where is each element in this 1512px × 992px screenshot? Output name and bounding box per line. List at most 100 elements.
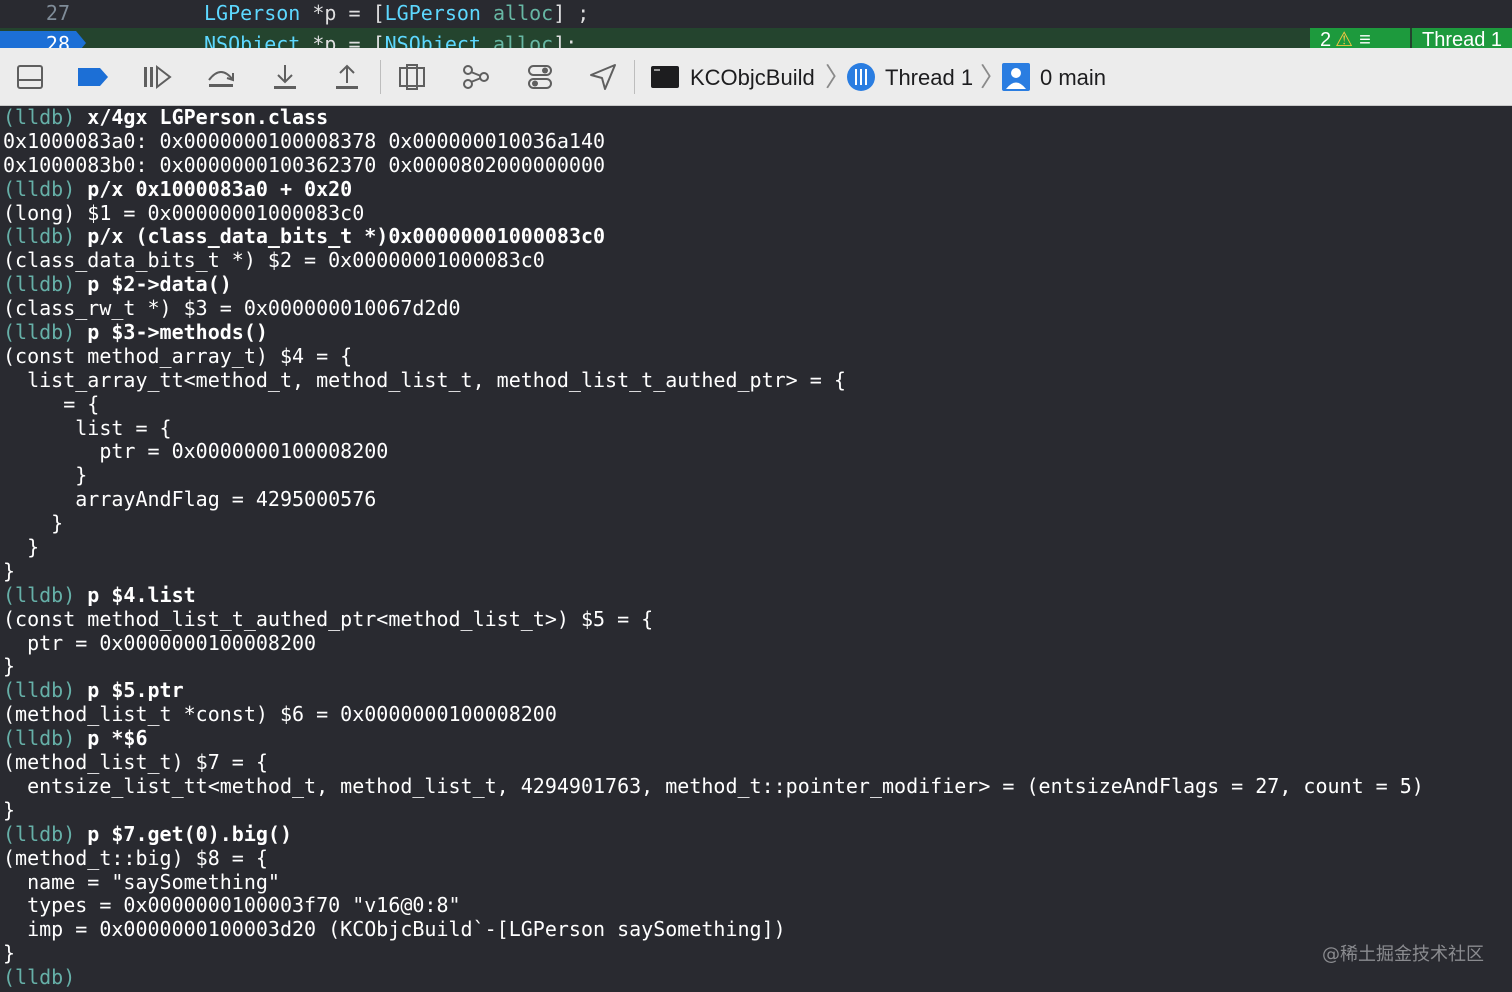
console-output-line: } [0, 798, 1512, 823]
console-command-line: (lldb) x/4gx LGPerson.class [0, 106, 1512, 130]
step-into-icon[interactable] [268, 60, 302, 94]
console-command-line: (lldb) p $2->data() [0, 272, 1512, 297]
lldb-command: p/x (class_data_bits_t *)0x0000000100008… [87, 224, 606, 249]
lldb-prompt: (lldb) [3, 320, 88, 345]
issue-badge[interactable]: 2 ⚠ ≡ [1310, 28, 1410, 48]
console-output-line: } [0, 655, 1512, 679]
console-output-line: name = "saySomething" [0, 869, 1512, 895]
output-text: 0x1000083b0: 0x0000000100362370 0x000080… [3, 152, 606, 177]
output-text: } [3, 511, 64, 536]
breadcrumb-thread[interactable]: Thread 1 [885, 64, 973, 92]
console-output-line: 0x1000083a0: 0x0000000100008378 0x000000… [0, 128, 1512, 154]
output-text: (const method_list_t_authed_ptr<method_l… [3, 606, 654, 631]
lldb-command: p $7.get(0).big() [87, 821, 292, 846]
console-command-line: (lldb) p $3->methods() [0, 320, 1512, 345]
lines-icon: ≡ [1359, 29, 1371, 48]
console-command-line: (lldb) p $7.get(0).big() [0, 821, 1512, 847]
lldb-command: p $3->methods() [87, 320, 268, 345]
simulate-location-icon[interactable] [586, 60, 620, 94]
output-text: } [3, 654, 16, 679]
lldb-prompt: (lldb) [3, 224, 88, 249]
console-output-line: (class_rw_t *) $3 = 0x000000010067d2d0 [0, 296, 1512, 321]
output-text: imp = 0x0000000100003d20 (KCObjcBuild`-[… [3, 917, 786, 942]
console-output-line: } [0, 941, 1512, 966]
console-command-line: (lldb) p *$6 [0, 726, 1512, 751]
output-text: types = 0x0000000100003f70 "v16@0:8" [3, 893, 461, 918]
output-text: arrayAndFlag = 4295000576 [3, 487, 377, 512]
console-output-line: (method_list_t *const) $6 = 0x0000000100… [0, 702, 1512, 727]
console-output-line: entsize_list_tt<method_t, method_list_t,… [0, 773, 1512, 799]
watermark: @稀土掘金技术社区 [1322, 944, 1484, 965]
code-line-27[interactable]: 27 LGPerson *p = [LGPerson alloc] ; [0, 0, 1512, 28]
console-output-line: 0x1000083b0: 0x0000000100362370 0x000080… [0, 152, 1512, 178]
output-text: = { [3, 391, 100, 416]
view-debugger-icon[interactable] [395, 60, 429, 94]
continue-icon[interactable] [140, 60, 174, 94]
lldb-command: p $5.ptr [87, 678, 184, 703]
memory-graph-icon[interactable] [459, 60, 493, 94]
output-text: 0x1000083a0: 0x0000000100008378 0x000000… [3, 128, 606, 153]
console-output-line: = { [0, 391, 1512, 417]
lldb-prompt: (lldb) [3, 272, 88, 297]
terminal-icon [648, 60, 682, 94]
output-text: entsize_list_tt<method_t, method_list_t,… [3, 773, 1424, 798]
toolbar-separator [634, 60, 635, 94]
console-output-line: (method_list_t) $7 = { [0, 750, 1512, 775]
panel-toggle-icon[interactable] [13, 60, 47, 94]
console-command-line: (lldb) [0, 965, 1512, 990]
code-line-28-current[interactable]: 28 NSObject *p = [NSObject alloc]; [0, 28, 1512, 48]
output-text: ptr = 0x0000000100008200 [3, 439, 389, 464]
output-text: } [3, 941, 16, 966]
thread-badge[interactable]: Thread 1 [1412, 28, 1512, 48]
output-text: (class_rw_t *) $3 = 0x000000010067d2d0 [3, 296, 461, 321]
lldb-prompt: (lldb) [3, 965, 76, 990]
step-over-icon[interactable] [204, 60, 238, 94]
lldb-command: x/4gx LGPerson.class [87, 106, 329, 129]
output-text: list_array_tt<method_t, method_list_t, m… [3, 367, 846, 392]
issue-count: 2 [1320, 29, 1332, 48]
frame-icon [999, 60, 1033, 94]
lldb-prompt: (lldb) [3, 726, 88, 751]
output-text: } [3, 558, 16, 583]
output-text: (method_list_t) $7 = { [3, 750, 268, 775]
console-command-line: (lldb) p/x (class_data_bits_t *)0x000000… [0, 225, 1512, 249]
warning-icon: ⚠ [1335, 29, 1354, 48]
debug-toolbar: KCObjcBuild 〉 Thread 1 〉 0 main [0, 48, 1512, 106]
breadcrumb-frame[interactable]: 0 main [1040, 64, 1106, 92]
toolbar-separator [380, 60, 381, 94]
output-text: (const method_array_t) $4 = { [3, 343, 353, 368]
lldb-command: p $4.list [87, 582, 196, 607]
output-text: list = { [3, 415, 172, 440]
output-text: name = "saySomething" [3, 869, 280, 894]
source-editor[interactable]: 27 LGPerson *p = [LGPerson alloc] ; 28 N… [0, 0, 1512, 48]
lldb-command: p/x 0x1000083a0 + 0x20 [87, 176, 353, 201]
breadcrumb-target[interactable]: KCObjcBuild [690, 64, 815, 92]
console-output-line: arrayAndFlag = 4295000576 [0, 487, 1512, 512]
console-command-line: (lldb) p $4.list [0, 582, 1512, 608]
console-output-line: list_array_tt<method_t, method_list_t, m… [0, 367, 1512, 393]
console-output-line: (class_data_bits_t *) $2 = 0x00000001000… [0, 248, 1512, 273]
console-output-line: } [0, 511, 1512, 536]
output-text: (class_data_bits_t *) $2 = 0x00000001000… [3, 248, 545, 273]
output-text: (long) $1 = 0x00000001000083c0 [3, 200, 365, 225]
lldb-command: p $2->data() [87, 272, 232, 297]
code-text: NSObject *p = [NSObject alloc]; [204, 32, 578, 48]
lldb-prompt: (lldb) [3, 176, 88, 201]
console-output-line: (long) $1 = 0x00000001000083c0 [0, 200, 1512, 226]
debug-console[interactable]: (lldb) x/4gx LGPerson.class 0x1000083a0: … [0, 106, 1512, 992]
line-number: 27 [45, 1, 70, 25]
console-output-line: (const method_array_t) $4 = { [0, 343, 1512, 369]
lldb-prompt: (lldb) [3, 106, 88, 129]
console-output-line: (method_t::big) $8 = { [0, 845, 1512, 871]
code-text: LGPerson *p = [LGPerson alloc] ; [204, 1, 590, 25]
output-text: (method_t::big) $8 = { [3, 845, 268, 870]
line-number: 28 [45, 32, 70, 48]
thread-icon [844, 60, 878, 94]
breakpoint-icon[interactable] [76, 60, 110, 94]
lldb-prompt: (lldb) [3, 678, 88, 703]
step-out-icon[interactable] [330, 60, 364, 94]
console-output-line: } [0, 558, 1512, 584]
lldb-command: p *$6 [87, 726, 148, 751]
output-text: } [3, 463, 88, 488]
environment-overrides-icon[interactable] [523, 60, 557, 94]
